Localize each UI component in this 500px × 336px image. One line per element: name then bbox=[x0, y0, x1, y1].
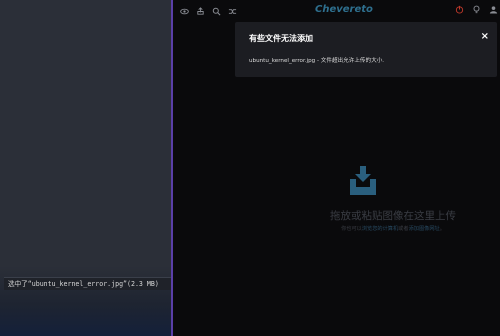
status-bar: 选中了“ubuntu_kernel_error.jpg”(2.3 MB) bbox=[4, 277, 172, 290]
subtitle-prefix: 你也可以 bbox=[341, 226, 362, 232]
toolbar-right bbox=[447, 4, 498, 14]
shuffle-icon[interactable] bbox=[227, 6, 237, 16]
browse-computer-link[interactable]: 浏览您的计算机 bbox=[362, 226, 398, 232]
power-icon[interactable] bbox=[454, 4, 464, 14]
notification-message: ubuntu_kernel_error.jpg - 文件超出允许上传的大小. bbox=[249, 58, 385, 64]
dropzone-title: 拖放或粘贴图像在这里上传 bbox=[330, 210, 456, 222]
user-icon[interactable] bbox=[488, 4, 498, 14]
subtitle-suffix: 。 bbox=[439, 226, 445, 232]
status-text: 选中了“ubuntu_kernel_error.jpg”(2.3 MB) bbox=[8, 280, 159, 288]
error-notification: 有些文件无法添加 × ubuntu_kernel_error.jpg - 文件超… bbox=[235, 22, 497, 77]
search-icon[interactable] bbox=[211, 6, 221, 16]
lightbulb-icon[interactable] bbox=[471, 4, 481, 14]
close-button[interactable]: × bbox=[481, 31, 489, 42]
notification-title: 有些文件无法添加 bbox=[249, 34, 313, 43]
subtitle-middle: 或者 bbox=[398, 226, 409, 232]
upload-icon[interactable] bbox=[348, 165, 378, 197]
upload-site: Chevereto 有些文件无法添加 × ubuntu_kernel_error… bbox=[173, 0, 500, 336]
dropzone-subtitle: 你也可以浏览您的计算机或者添加图像网址。 bbox=[305, 225, 481, 232]
cloud-upload-icon[interactable] bbox=[195, 6, 205, 16]
add-image-url-link[interactable]: 添加图像网址 bbox=[409, 226, 440, 232]
top-bar: Chevereto bbox=[173, 0, 500, 22]
file-manager-pane: 选中了“ubuntu_kernel_error.jpg”(2.3 MB) bbox=[0, 0, 172, 336]
eye-icon[interactable] bbox=[179, 6, 189, 16]
site-logo[interactable]: Chevereto bbox=[315, 4, 373, 15]
